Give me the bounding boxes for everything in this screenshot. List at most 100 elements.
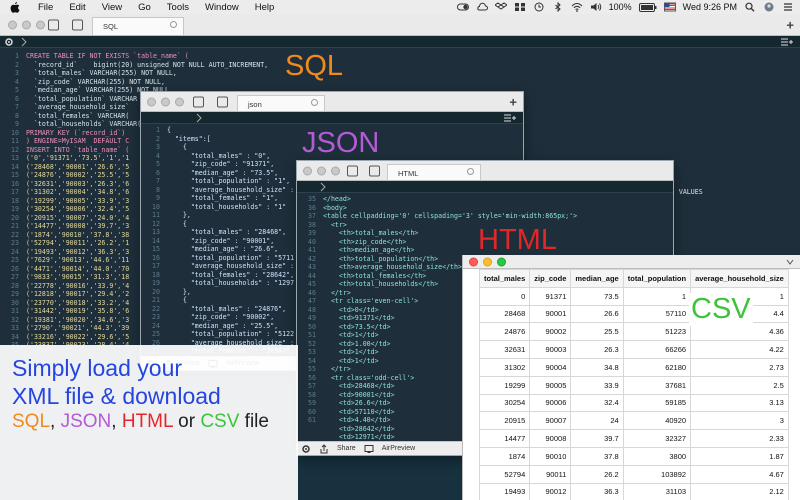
table-row[interactable]: 19493 90012 36.3 31103 2.12 <box>478 482 789 500</box>
tab-close-icon[interactable] <box>467 168 474 175</box>
line-number: 54 <box>308 356 316 365</box>
sidebar-toggle-icon[interactable] <box>193 96 204 107</box>
close-button[interactable] <box>8 20 17 29</box>
line-number: 24 <box>11 247 19 256</box>
new-tab-plus-icon[interactable]: + <box>509 94 517 109</box>
dropbox-icon[interactable] <box>494 2 507 12</box>
zoom-button[interactable] <box>497 257 506 266</box>
table-cell: 30254 <box>478 393 531 413</box>
column-header[interactable]: total_population <box>622 269 692 288</box>
notification-center-icon[interactable] <box>782 2 794 12</box>
new-tab-plus-icon[interactable]: + <box>786 17 794 32</box>
tab-html-label: HTML <box>398 169 419 178</box>
column-header[interactable]: median_age <box>570 269 624 288</box>
battery-percent: 100% <box>608 2 632 12</box>
sql-format-label: SQL <box>285 50 344 82</box>
menu-edit[interactable]: Edit <box>69 2 85 13</box>
tab-close-icon[interactable] <box>311 99 318 106</box>
chevron-right-icon[interactable] <box>195 113 203 123</box>
menu-window[interactable]: Window <box>205 2 239 13</box>
minimize-button[interactable] <box>22 20 31 29</box>
share-icon[interactable] <box>319 443 329 454</box>
line-number: 46 <box>308 288 316 297</box>
settings-gear-icon[interactable] <box>4 37 14 47</box>
battery-icon[interactable] <box>638 2 657 12</box>
sidebar-toggle-icon[interactable] <box>347 165 358 176</box>
flag-icon[interactable] <box>663 2 676 12</box>
line-number: 20 <box>152 287 160 296</box>
menu-file[interactable]: File <box>38 2 53 13</box>
json-titlebar: json + <box>141 92 523 112</box>
code-line: <body> <box>323 203 347 212</box>
line-number: 23 <box>152 313 160 321</box>
airpreview-icon[interactable] <box>364 444 374 454</box>
line-number: 15 <box>152 245 160 253</box>
menu-view[interactable]: View <box>102 2 122 13</box>
airpreview-button[interactable]: AirPreview <box>382 445 415 452</box>
cloud-icon[interactable] <box>476 2 488 12</box>
menu-tools[interactable]: Tools <box>167 2 189 13</box>
table-row[interactable]: 52794 90011 26.2 103892 4.67 <box>478 464 789 484</box>
settings-gear-icon[interactable] <box>301 444 311 454</box>
grid-icon[interactable] <box>514 2 526 12</box>
table-cell: 2.12 <box>690 482 789 500</box>
sidebar-toggle-icon[interactable] <box>48 19 59 30</box>
chevron-right-icon[interactable] <box>20 37 28 47</box>
list-add-icon[interactable] <box>503 113 517 123</box>
user-avatar-icon[interactable] <box>763 2 775 12</box>
tab-html[interactable]: HTML <box>387 164 481 180</box>
table-cell: 90010 <box>529 446 572 466</box>
apple-logo-icon[interactable] <box>10 1 22 13</box>
column-header[interactable]: total_males <box>478 269 531 288</box>
table-row[interactable]: 31302 90004 34.8 62180 2.73 <box>478 357 789 377</box>
volume-icon[interactable] <box>590 2 602 12</box>
clock-icon[interactable] <box>533 2 545 12</box>
list-add-icon[interactable] <box>780 37 794 47</box>
table-row[interactable]: 14477 90008 39.7 32327 2.33 <box>478 429 789 448</box>
line-number: 37 <box>308 212 316 220</box>
line-number: 7 <box>15 103 19 111</box>
code-line: `record_id` bigint(20) unsigned NOT NULL… <box>26 60 269 69</box>
menu-help[interactable]: Help <box>255 2 275 13</box>
spotlight-search-icon[interactable] <box>744 2 756 12</box>
panel-toggle-icon[interactable] <box>72 19 83 30</box>
line-number: 9 <box>15 120 19 128</box>
line-number: 55 <box>308 365 316 373</box>
share-button[interactable]: Share <box>337 445 356 452</box>
wifi-icon[interactable] <box>571 2 583 12</box>
table-cell: 34.8 <box>570 357 624 377</box>
zoom-button[interactable] <box>36 20 45 29</box>
table-row[interactable]: 30254 90006 32.4 59185 3.13 <box>478 393 789 413</box>
column-header[interactable]: zip_code <box>529 269 572 288</box>
zoom-button[interactable] <box>175 97 184 106</box>
panel-toggle-icon[interactable] <box>217 96 228 107</box>
promo-separator: , <box>111 411 122 432</box>
table-row[interactable]: 20915 90007 24 40920 3 <box>478 411 789 431</box>
minimize-button[interactable] <box>161 97 170 106</box>
table-row[interactable]: 1874 90010 37.8 3800 1.87 <box>478 446 789 466</box>
line-number: 51 <box>308 331 316 339</box>
close-button[interactable] <box>303 166 312 175</box>
line-number: 32 <box>11 315 19 324</box>
zoom-button[interactable] <box>331 166 340 175</box>
minimize-button[interactable] <box>317 166 326 175</box>
bluetooth-icon[interactable] <box>552 2 564 12</box>
clock-text[interactable]: Wed 9:26 PM <box>683 2 737 12</box>
panel-toggle-icon[interactable] <box>369 165 380 176</box>
table-row[interactable]: 19299 90005 33.9 37681 2.5 <box>478 375 789 395</box>
chevron-right-icon[interactable] <box>319 182 327 192</box>
tab-sql[interactable]: SQL <box>92 17 184 35</box>
table-cell: 0 <box>478 286 531 306</box>
table-row[interactable]: 32631 90003 26.3 66266 4.22 <box>478 340 789 359</box>
chevron-down-icon[interactable] <box>786 258 794 266</box>
tab-json[interactable]: json <box>237 95 325 111</box>
close-button[interactable] <box>147 97 156 106</box>
tab-close-icon[interactable] <box>170 21 177 28</box>
minimize-button[interactable] <box>483 257 492 266</box>
csv-window: total_males zip_code median_age total_popul… <box>462 255 800 500</box>
menu-go[interactable]: Go <box>138 2 151 13</box>
promo-format-sql: SQL <box>12 411 51 432</box>
close-button[interactable] <box>469 257 478 266</box>
toggle-icon[interactable] <box>456 2 469 12</box>
column-header[interactable]: average_household_size <box>690 269 789 288</box>
